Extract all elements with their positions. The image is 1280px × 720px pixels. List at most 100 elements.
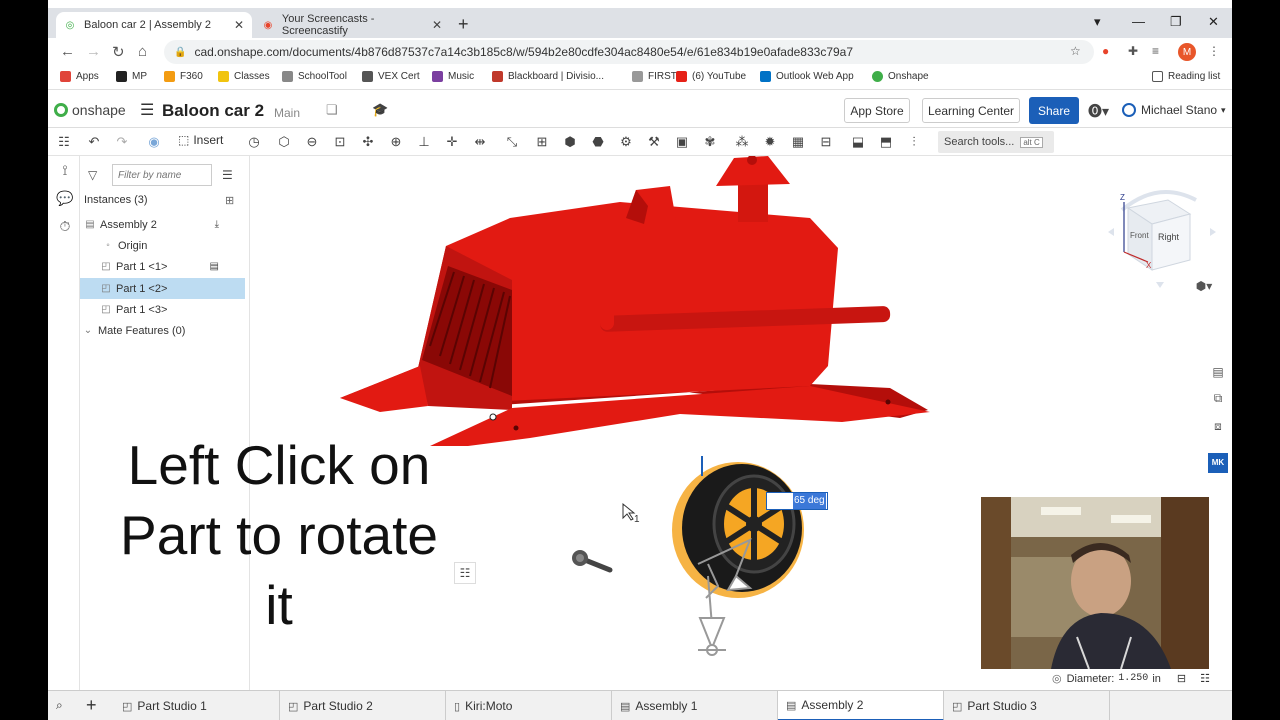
replicate-icon[interactable]: ⬣ — [590, 134, 606, 150]
add-folder-icon[interactable]: ⊞ — [225, 194, 234, 207]
view-options-icon[interactable]: ⬢▾ — [1188, 274, 1220, 298]
tab-search-icon[interactable]: ⌕ — [56, 698, 63, 713]
extensions-icon[interactable]: ✚ — [1128, 44, 1138, 58]
mate-connector-rail-icon[interactable]: ⟟ — [56, 162, 74, 180]
tree-item-part-3[interactable]: ◰ Part 1 <3> — [80, 299, 245, 320]
front-face-label[interactable]: Front — [1130, 231, 1149, 240]
pin-slot-mate-icon[interactable]: ⊥ — [416, 134, 432, 150]
rotation-angle-input[interactable]: 65 deg — [766, 492, 828, 510]
tree-item-part-1[interactable]: ◰ Part 1 <1> ▤ — [80, 256, 245, 277]
gear-relation-icon[interactable]: ⚙ — [618, 134, 634, 150]
tab-part-studio-1[interactable]: ◰ Part Studio 1 — [114, 691, 280, 720]
bookmark-outlook[interactable]: Outlook Web App — [760, 71, 854, 82]
bookmark-music[interactable]: Music — [432, 71, 474, 82]
screencastify-extension-icon[interactable]: ● — [1102, 44, 1109, 58]
bookmark-classes[interactable]: Classes — [218, 71, 270, 82]
bookmark-f360[interactable]: F360 — [164, 71, 203, 82]
media-icon[interactable]: ≡ — [1152, 44, 1159, 58]
comment-icon[interactable]: 💬 — [56, 190, 74, 208]
close-tab-icon[interactable]: ✕ — [234, 18, 244, 32]
rack-pinion-icon[interactable]: ⚒ — [646, 134, 662, 150]
bookmark-onshape[interactable]: Onshape — [872, 71, 929, 82]
axle-part[interactable] — [572, 550, 613, 573]
learning-cap-icon[interactable]: 🎓 — [372, 102, 388, 118]
user-menu[interactable]: Michael Stano ▾ — [1122, 103, 1226, 117]
bookmark-first[interactable]: FIRST — [632, 71, 677, 82]
close-tab-icon[interactable]: ✕ — [432, 18, 442, 32]
bookmark-blackboard[interactable]: Blackboard | Divisio... — [492, 71, 604, 82]
home-icon[interactable]: ⌂ — [138, 43, 147, 60]
redo-icon[interactable]: ↷ — [114, 134, 130, 150]
right-face-label[interactable]: Right — [1158, 232, 1180, 242]
tangent-mate-icon[interactable]: ⤡ — [504, 134, 520, 150]
measure-expand-icon[interactable]: ☷ — [1200, 672, 1210, 685]
new-tab-icon[interactable]: + — [458, 14, 469, 35]
onshape-logo[interactable]: onshape — [54, 102, 126, 118]
close-window-icon[interactable]: ✕ — [1208, 14, 1219, 30]
share-button[interactable]: Share — [1029, 97, 1079, 124]
bookmark-youtube[interactable]: (6) YouTube — [676, 71, 746, 82]
reading-list[interactable]: Reading list — [1152, 71, 1220, 82]
address-bar[interactable]: 🔒 cad.onshape.com/documents/4b876d87537c… — [164, 40, 1094, 64]
cylindrical-mate-icon[interactable]: ⊕ — [388, 134, 404, 150]
back-icon[interactable]: ← — [60, 43, 75, 60]
pattern-icon[interactable]: ⁂ — [734, 134, 750, 150]
add-tab-icon[interactable]: + — [86, 695, 97, 716]
timer-icon[interactable]: ◷ — [246, 134, 262, 150]
explode-icon[interactable]: ✹ — [762, 134, 778, 150]
bom-icon[interactable]: ⫶ — [906, 134, 922, 150]
feature-list-icon[interactable]: ☷ — [56, 134, 72, 150]
versions-icon[interactable]: ❏ — [326, 102, 338, 118]
tree-item-assembly[interactable]: ▤ Assembly 2 ⤓ — [80, 214, 245, 235]
reload-icon[interactable]: ↻ — [112, 43, 125, 61]
search-tools-input[interactable]: Search tools... alt C — [938, 131, 1054, 153]
appearance-panel-icon[interactable]: ▤ — [1206, 360, 1230, 384]
learning-center-button[interactable]: Learning Center — [922, 98, 1020, 123]
profile-avatar[interactable]: M — [1178, 43, 1196, 61]
stopwatch-icon[interactable]: ⏱ — [56, 218, 74, 236]
help-icon[interactable]: ⓿▾ — [1088, 101, 1109, 121]
download-icon[interactable]: ⤓ — [215, 219, 219, 230]
app-store-button[interactable]: App Store — [844, 98, 910, 123]
bookmark-apps[interactable]: Apps — [60, 71, 99, 82]
linked-docs-icon[interactable]: ◉ — [146, 134, 162, 150]
mate-connector-icon[interactable]: ⬢ — [562, 134, 578, 150]
forward-icon[interactable]: → — [86, 43, 101, 60]
mate-panel-icon[interactable]: ⧈ — [1206, 414, 1230, 438]
tab-search-icon[interactable]: ▾ — [1094, 14, 1101, 30]
fastened-mate-icon[interactable]: ⬡ — [276, 134, 292, 150]
bookmark-vex-cert[interactable]: VEX Cert — [362, 71, 420, 82]
branch-label[interactable]: Main — [274, 106, 300, 120]
document-title[interactable]: Baloon car 2 — [162, 101, 264, 121]
group-icon[interactable]: ⊞ — [534, 134, 550, 150]
slider-mate-icon[interactable]: ⊡ — [332, 134, 348, 150]
named-positions-icon[interactable]: ⬒ — [878, 134, 894, 150]
browser-tab-onshape[interactable]: ◎ Baloon car 2 | Assembly 2 ✕ — [56, 12, 252, 38]
bookmark-mp[interactable]: MP — [116, 71, 147, 82]
parallel-mate-icon[interactable]: ⇹ — [472, 134, 488, 150]
section-view-icon[interactable]: ▦ — [790, 134, 806, 150]
tab-part-studio-2[interactable]: ◰ Part Studio 2 — [280, 691, 446, 720]
tab-part-studio-3[interactable]: ◰ Part Studio 3 — [944, 691, 1110, 720]
menu-dots-icon[interactable]: ⋮ — [1208, 44, 1220, 58]
revolute-mate-icon[interactable]: ⊖ — [304, 134, 320, 150]
undo-icon[interactable]: ↶ — [86, 134, 102, 150]
tree-item-mate-features[interactable]: ⌄ Mate Features (0) — [80, 320, 245, 341]
car-body-part[interactable] — [340, 156, 930, 446]
planar-mate-icon[interactable]: ✣ — [360, 134, 376, 150]
tree-item-part-2[interactable]: ◰ Part 1 <2> — [80, 278, 245, 299]
measure-toggle-icon[interactable]: ⊟ — [1177, 672, 1186, 685]
configurations-panel-icon[interactable]: ⧉ — [1206, 386, 1230, 410]
tab-assembly-1[interactable]: ▤ Assembly 1 — [612, 691, 778, 720]
linear-relation-icon[interactable]: ✾ — [702, 134, 718, 150]
measure-icon[interactable]: ⊟ — [818, 134, 834, 150]
minimize-icon[interactable]: — — [1132, 14, 1145, 29]
tab-kiri-moto[interactable]: ▯ Kiri:Moto — [446, 691, 612, 720]
hamburger-menu-icon[interactable]: ☰ — [140, 100, 154, 120]
filter-input[interactable] — [112, 164, 212, 186]
screw-relation-icon[interactable]: ▣ — [674, 134, 690, 150]
restore-icon[interactable]: ❐ — [1170, 14, 1182, 30]
tab-assembly-2[interactable]: ▤ Assembly 2 — [778, 691, 944, 720]
browser-tab-screencastify[interactable]: ◉ Your Screencasts - Screencastify ✕ — [254, 12, 450, 38]
tree-item-origin[interactable]: ◦ Origin — [80, 235, 245, 256]
